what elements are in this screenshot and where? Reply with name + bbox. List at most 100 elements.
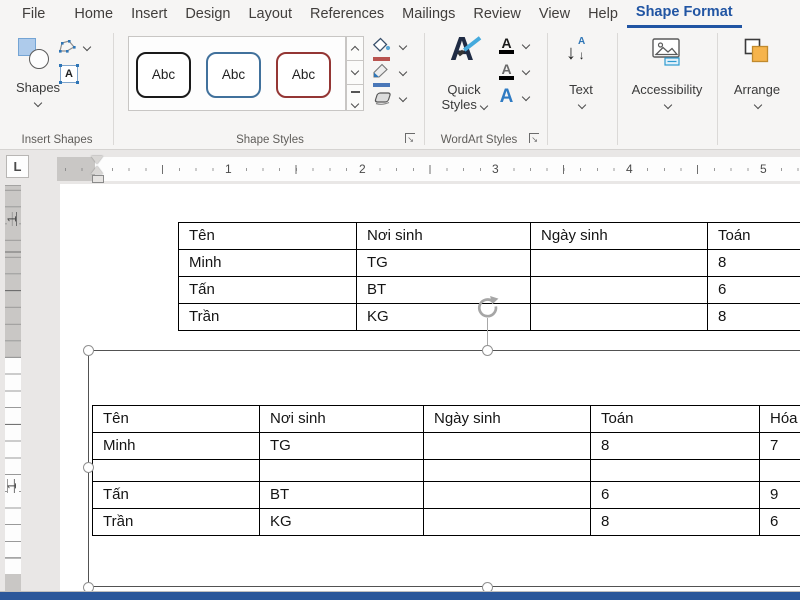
table1-cell[interactable]: 6 — [708, 277, 800, 304]
table2-cell[interactable] — [591, 460, 760, 482]
tab-view[interactable]: View — [530, 0, 579, 28]
table1-cell[interactable] — [531, 277, 708, 304]
horizontal-ruler[interactable]: 1 2 3 4 5 — [95, 157, 800, 181]
table1-cell[interactable]: BT — [357, 277, 531, 304]
chevron-down-icon — [522, 67, 530, 75]
accessibility-button[interactable]: Accessibility — [621, 34, 713, 116]
chevron-down-icon — [479, 102, 487, 110]
table2-header-cell[interactable]: Tên — [93, 406, 260, 433]
resize-handle-middle-left[interactable] — [83, 462, 94, 473]
left-indent-marker[interactable] — [92, 175, 104, 183]
ruler-margin-area — [57, 157, 95, 181]
table1-cell[interactable]: Trần — [179, 304, 357, 331]
shape-style-blue[interactable]: Abc — [206, 52, 261, 98]
tab-shape-format[interactable]: Shape Format — [627, 0, 742, 28]
style-thumb-label: Abc — [292, 67, 315, 82]
table2-header-cell[interactable]: Toán — [591, 406, 760, 433]
tab-home[interactable]: Home — [65, 0, 122, 28]
tab-design[interactable]: Design — [176, 0, 239, 28]
table1-header-cell[interactable]: Toán — [708, 223, 800, 250]
table2-cell[interactable] — [260, 460, 424, 482]
accessibility-icon — [652, 38, 682, 66]
group-separator — [717, 33, 718, 145]
table1-cell[interactable]: 8 — [708, 250, 800, 277]
gallery-scroll-down-button[interactable] — [346, 60, 364, 85]
shape-style-black[interactable]: Abc — [136, 52, 191, 98]
table2-cell[interactable]: TG — [260, 433, 424, 460]
tab-references[interactable]: References — [301, 0, 393, 28]
hanging-indent-marker[interactable] — [91, 166, 103, 174]
tab-mailings[interactable]: Mailings — [393, 0, 464, 28]
ruler-number: 1 — [7, 479, 19, 493]
table2-cell[interactable] — [424, 460, 591, 482]
tab-insert[interactable]: Insert — [122, 0, 176, 28]
chevron-down-icon — [522, 93, 530, 101]
wordart-styles-dialog-launcher[interactable]: ↘ — [529, 133, 539, 143]
table2-cell[interactable]: 7 — [760, 433, 800, 460]
table2-cell[interactable] — [93, 460, 260, 482]
table2-header-cell[interactable]: Hóa — [760, 406, 800, 433]
ruler-number: 1 — [7, 212, 19, 226]
shape-style-red[interactable]: Abc — [276, 52, 331, 98]
resize-handle-top-left[interactable] — [83, 345, 94, 356]
table1-header-cell[interactable]: Tên — [179, 223, 357, 250]
table1-cell[interactable]: Tấn — [179, 277, 357, 304]
tab-help[interactable]: Help — [579, 0, 627, 28]
table2-cell[interactable] — [424, 509, 591, 536]
table2-cell[interactable]: Minh — [93, 433, 260, 460]
table2-cell[interactable]: 8 — [591, 509, 760, 536]
tab-stop-selector[interactable]: L — [6, 155, 29, 178]
table1-cell[interactable]: 8 — [708, 304, 800, 331]
text-box-button[interactable]: A — [59, 64, 81, 86]
table1-header-cell[interactable]: Nơi sinh — [357, 223, 531, 250]
table1-cell[interactable] — [531, 250, 708, 277]
table2-header-cell[interactable]: Ngày sinh — [424, 406, 591, 433]
quick-styles-button[interactable]: A Quick Styles — [436, 34, 496, 116]
table2-cell[interactable]: 8 — [591, 433, 760, 460]
rotate-handle-icon[interactable] — [475, 295, 500, 320]
group-separator — [113, 33, 114, 145]
text-outline-button[interactable]: A — [499, 62, 535, 86]
accessibility-button-label: Accessibility — [621, 82, 713, 97]
tab-review[interactable]: Review — [464, 0, 530, 28]
gallery-more-button[interactable] — [346, 84, 364, 111]
table1-cell[interactable] — [531, 304, 708, 331]
outline-color-bar — [373, 83, 390, 87]
tab-layout[interactable]: Layout — [239, 0, 301, 28]
table2-cell[interactable]: 9 — [760, 482, 800, 509]
resize-handle-top-center[interactable] — [482, 345, 493, 356]
first-line-indent-marker[interactable] — [91, 156, 103, 164]
table2-header-cell[interactable]: Nơi sinh — [260, 406, 424, 433]
table1-header-cell[interactable]: Ngày sinh — [531, 223, 708, 250]
shape-outline-button[interactable] — [372, 63, 418, 85]
group-separator — [617, 33, 618, 145]
shape-effects-icon — [372, 89, 394, 107]
text-fill-button[interactable]: A — [499, 36, 535, 60]
table1-cell[interactable]: TG — [357, 250, 531, 277]
text-direction-button[interactable]: ↓ A ↓ Text — [554, 34, 608, 116]
tab-file[interactable]: File — [16, 0, 57, 28]
text-effects-button[interactable]: A — [497, 86, 537, 112]
table2-cell[interactable]: 6 — [760, 509, 800, 536]
quick-styles-label-1: Quick — [436, 82, 492, 97]
gallery-scroll-up-button[interactable] — [346, 36, 364, 61]
chevron-down-icon — [399, 94, 407, 102]
table2-cell[interactable]: KG — [260, 509, 424, 536]
table2-cell[interactable]: BT — [260, 482, 424, 509]
table2-cell[interactable]: Trần — [93, 509, 260, 536]
table2-cell[interactable] — [760, 460, 800, 482]
shape-styles-dialog-launcher[interactable]: ↘ — [405, 133, 415, 143]
vertical-ruler: 1 — [5, 357, 21, 574]
table2-cell[interactable]: Tấn — [93, 482, 260, 509]
shape-fill-button[interactable] — [372, 37, 418, 59]
arrange-button[interactable]: Arrange — [722, 34, 792, 116]
edit-shape-button[interactable] — [56, 38, 96, 58]
ruler-number: 3 — [489, 161, 502, 177]
table1-cell[interactable]: Minh — [179, 250, 357, 277]
table2-cell[interactable]: 6 — [591, 482, 760, 509]
table1-cell[interactable]: KG — [357, 304, 531, 331]
table2-cell[interactable] — [424, 433, 591, 460]
shape-effects-button[interactable] — [372, 89, 418, 111]
table2-cell[interactable] — [424, 482, 591, 509]
ruler-number: 4 — [623, 161, 636, 177]
